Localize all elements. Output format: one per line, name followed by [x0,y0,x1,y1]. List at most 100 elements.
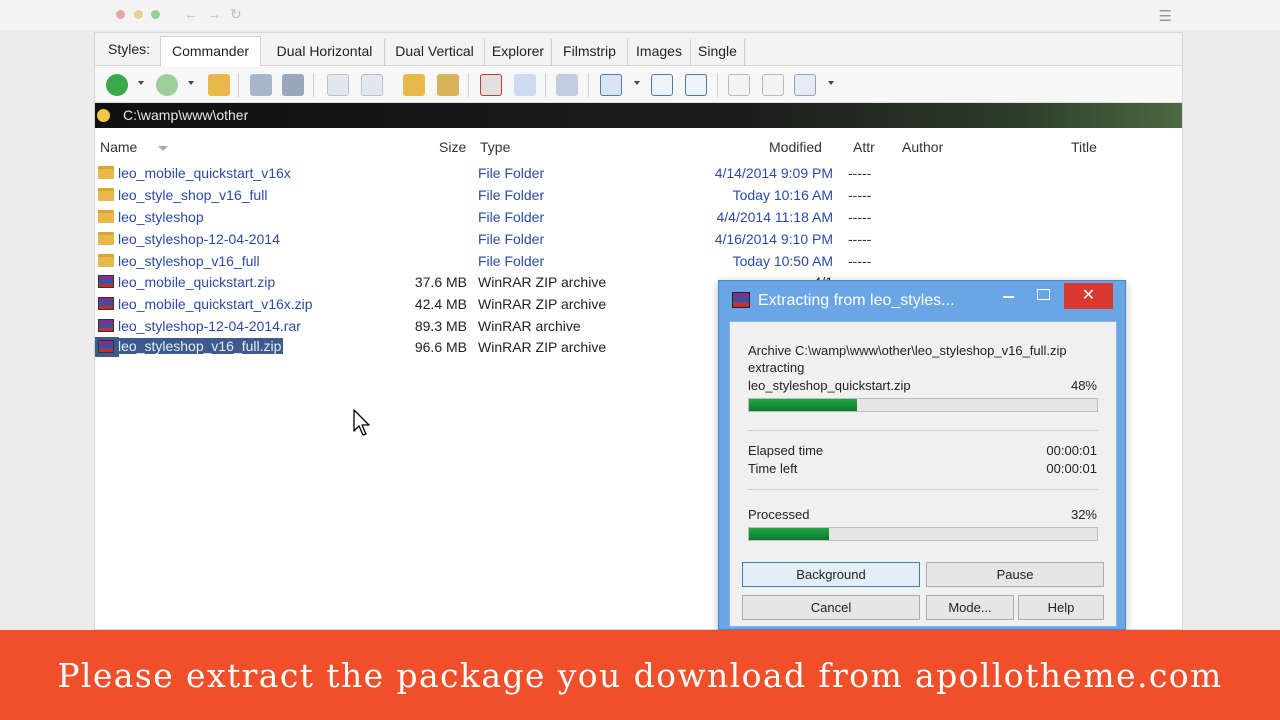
file-progress-fill [749,399,857,411]
column-header-name[interactable]: Name [100,139,137,155]
location-icon [97,109,110,122]
file-name: leo_mobile_quickstart_v16x [118,165,291,181]
view-icon[interactable] [600,74,622,96]
back-dropdown-icon[interactable] [138,81,144,85]
delete-icon[interactable] [480,74,502,96]
styles-tab-bar: Styles: Commander Dual Horizontal Dual V… [95,33,1182,67]
file-modified: 4/14/2014 9:09 PM [714,165,833,181]
winrar-archive-icon [98,297,114,310]
file-name: leo_styleshop_v16_full [118,253,260,269]
reload-icon[interactable]: ↻ [230,6,242,23]
folder-icon [98,232,114,245]
properties-icon[interactable] [728,74,750,96]
column-header-author[interactable]: Author [902,139,943,155]
maximize-icon[interactable] [1037,289,1050,300]
forward-arrow-icon[interactable]: → [207,6,221,22]
forward-dropdown-icon[interactable] [188,81,194,85]
path-bar[interactable]: C:\wamp\www\other [95,103,1182,128]
winrar-archive-icon [98,340,114,353]
list-item[interactable]: leo_style_shop_v16_full File Folder Toda… [95,184,1182,206]
file-type: WinRAR ZIP archive [478,274,607,290]
file-attr: ----- [848,187,872,203]
toolbar-separator [313,73,314,97]
tab-single[interactable]: Single [691,39,745,66]
toolbar-separator [717,73,718,97]
caption-text: Please extract the package you download … [57,656,1223,695]
column-header-type[interactable]: Type [480,139,510,155]
toolbar-separator [468,73,469,97]
notes-icon[interactable] [762,74,784,96]
current-path: C:\wamp\www\other [123,107,249,123]
file-name: leo_styleshop [118,209,204,225]
file-type: File Folder [478,231,545,247]
list-item[interactable]: leo_styleshop_v16_full File Folder Today… [95,250,1182,272]
undo-icon[interactable] [514,74,536,96]
dialog-body: Archive C:\wamp\www\other\leo_styleshop_… [729,321,1117,627]
new-folder-icon[interactable] [403,74,425,96]
file-size: 37.6 MB [414,274,467,290]
find-icon[interactable] [556,74,578,96]
column-header-size[interactable]: Size [439,139,466,155]
paste-icon[interactable] [361,74,383,96]
select-pattern-icon[interactable] [282,74,304,96]
folder-icon [98,188,114,201]
list-item[interactable]: leo_styleshop File Folder 4/4/2014 11:18… [95,206,1182,228]
list-item[interactable]: leo_styleshop-12-04-2014 File Folder 4/1… [95,228,1182,250]
divider [748,430,1098,431]
processed-progress-fill [749,528,830,540]
file-name: leo_styleshop-12-04-2014.rar [118,318,301,334]
file-modified: 4/16/2014 9:10 PM [714,231,833,247]
parent-folder-icon[interactable] [208,74,230,96]
edit-icon[interactable] [794,74,816,96]
divider [748,489,1098,490]
list-item[interactable]: leo_mobile_quickstart_v16x File Folder 4… [95,162,1182,184]
minimize-icon[interactable] [1003,296,1014,298]
tab-images[interactable]: Images [628,39,691,66]
help-button[interactable]: Help [1018,595,1104,620]
tab-filmstrip[interactable]: Filmstrip [552,39,628,66]
pause-button[interactable]: Pause [926,562,1104,587]
toolbar-separator [238,73,239,97]
select-icon[interactable] [250,74,272,96]
view-dropdown-icon[interactable] [634,81,640,85]
file-name: leo_style_shop_v16_full [118,187,268,203]
file-name: leo_mobile_quickstart_v16x.zip [118,296,313,312]
file-name: leo_styleshop_v16_full.zip [116,338,284,354]
file-progress-bar [748,398,1098,412]
tab-dual-vertical[interactable]: Dual Vertical [385,39,485,66]
winrar-icon [732,292,750,308]
file-modified: Today 10:50 AM [732,253,833,269]
tab-commander[interactable]: Commander [160,36,261,67]
browser-top-bar: ← → ↻ ☰ [0,0,1280,30]
file-percent: 48% [1070,378,1097,393]
file-name: leo_mobile_quickstart.zip [118,274,276,290]
menu-icon[interactable]: ☰ [1159,7,1172,25]
copy-icon[interactable] [327,74,349,96]
toolbar-separator [545,73,546,97]
window-close-dot[interactable] [116,10,125,19]
processed-progress-bar [748,527,1098,541]
column-header-attr[interactable]: Attr [853,139,875,155]
file-name: leo_styleshop-12-04-2014 [118,231,280,247]
file-modified: 4/4/2014 11:18 AM [716,209,834,225]
cancel-button[interactable]: Cancel [742,595,920,620]
close-icon[interactable]: ✕ [1064,283,1113,309]
mode-button[interactable]: Mode... [926,595,1014,620]
column-header-title[interactable]: Title [1071,139,1097,155]
tab-dual-horizontal[interactable]: Dual Horizontal [265,39,385,66]
back-arrow-icon[interactable]: ← [184,6,198,22]
mouse-cursor-icon [353,409,370,436]
window-maximize-dot[interactable] [151,10,160,19]
tab-explorer[interactable]: Explorer [485,39,552,66]
forward-icon[interactable] [156,74,178,96]
dual-pane-icon[interactable] [685,74,707,96]
back-icon[interactable] [106,74,128,96]
window-minimize-dot[interactable] [134,10,143,19]
background-button[interactable]: Background [742,562,920,587]
panes-icon[interactable] [651,74,673,96]
column-header-modified[interactable]: Modified [769,139,822,155]
file-size: 42.4 MB [414,296,467,312]
edit-dropdown-icon[interactable] [828,81,834,85]
file-type: File Folder [478,187,545,203]
rename-icon[interactable] [437,74,459,96]
